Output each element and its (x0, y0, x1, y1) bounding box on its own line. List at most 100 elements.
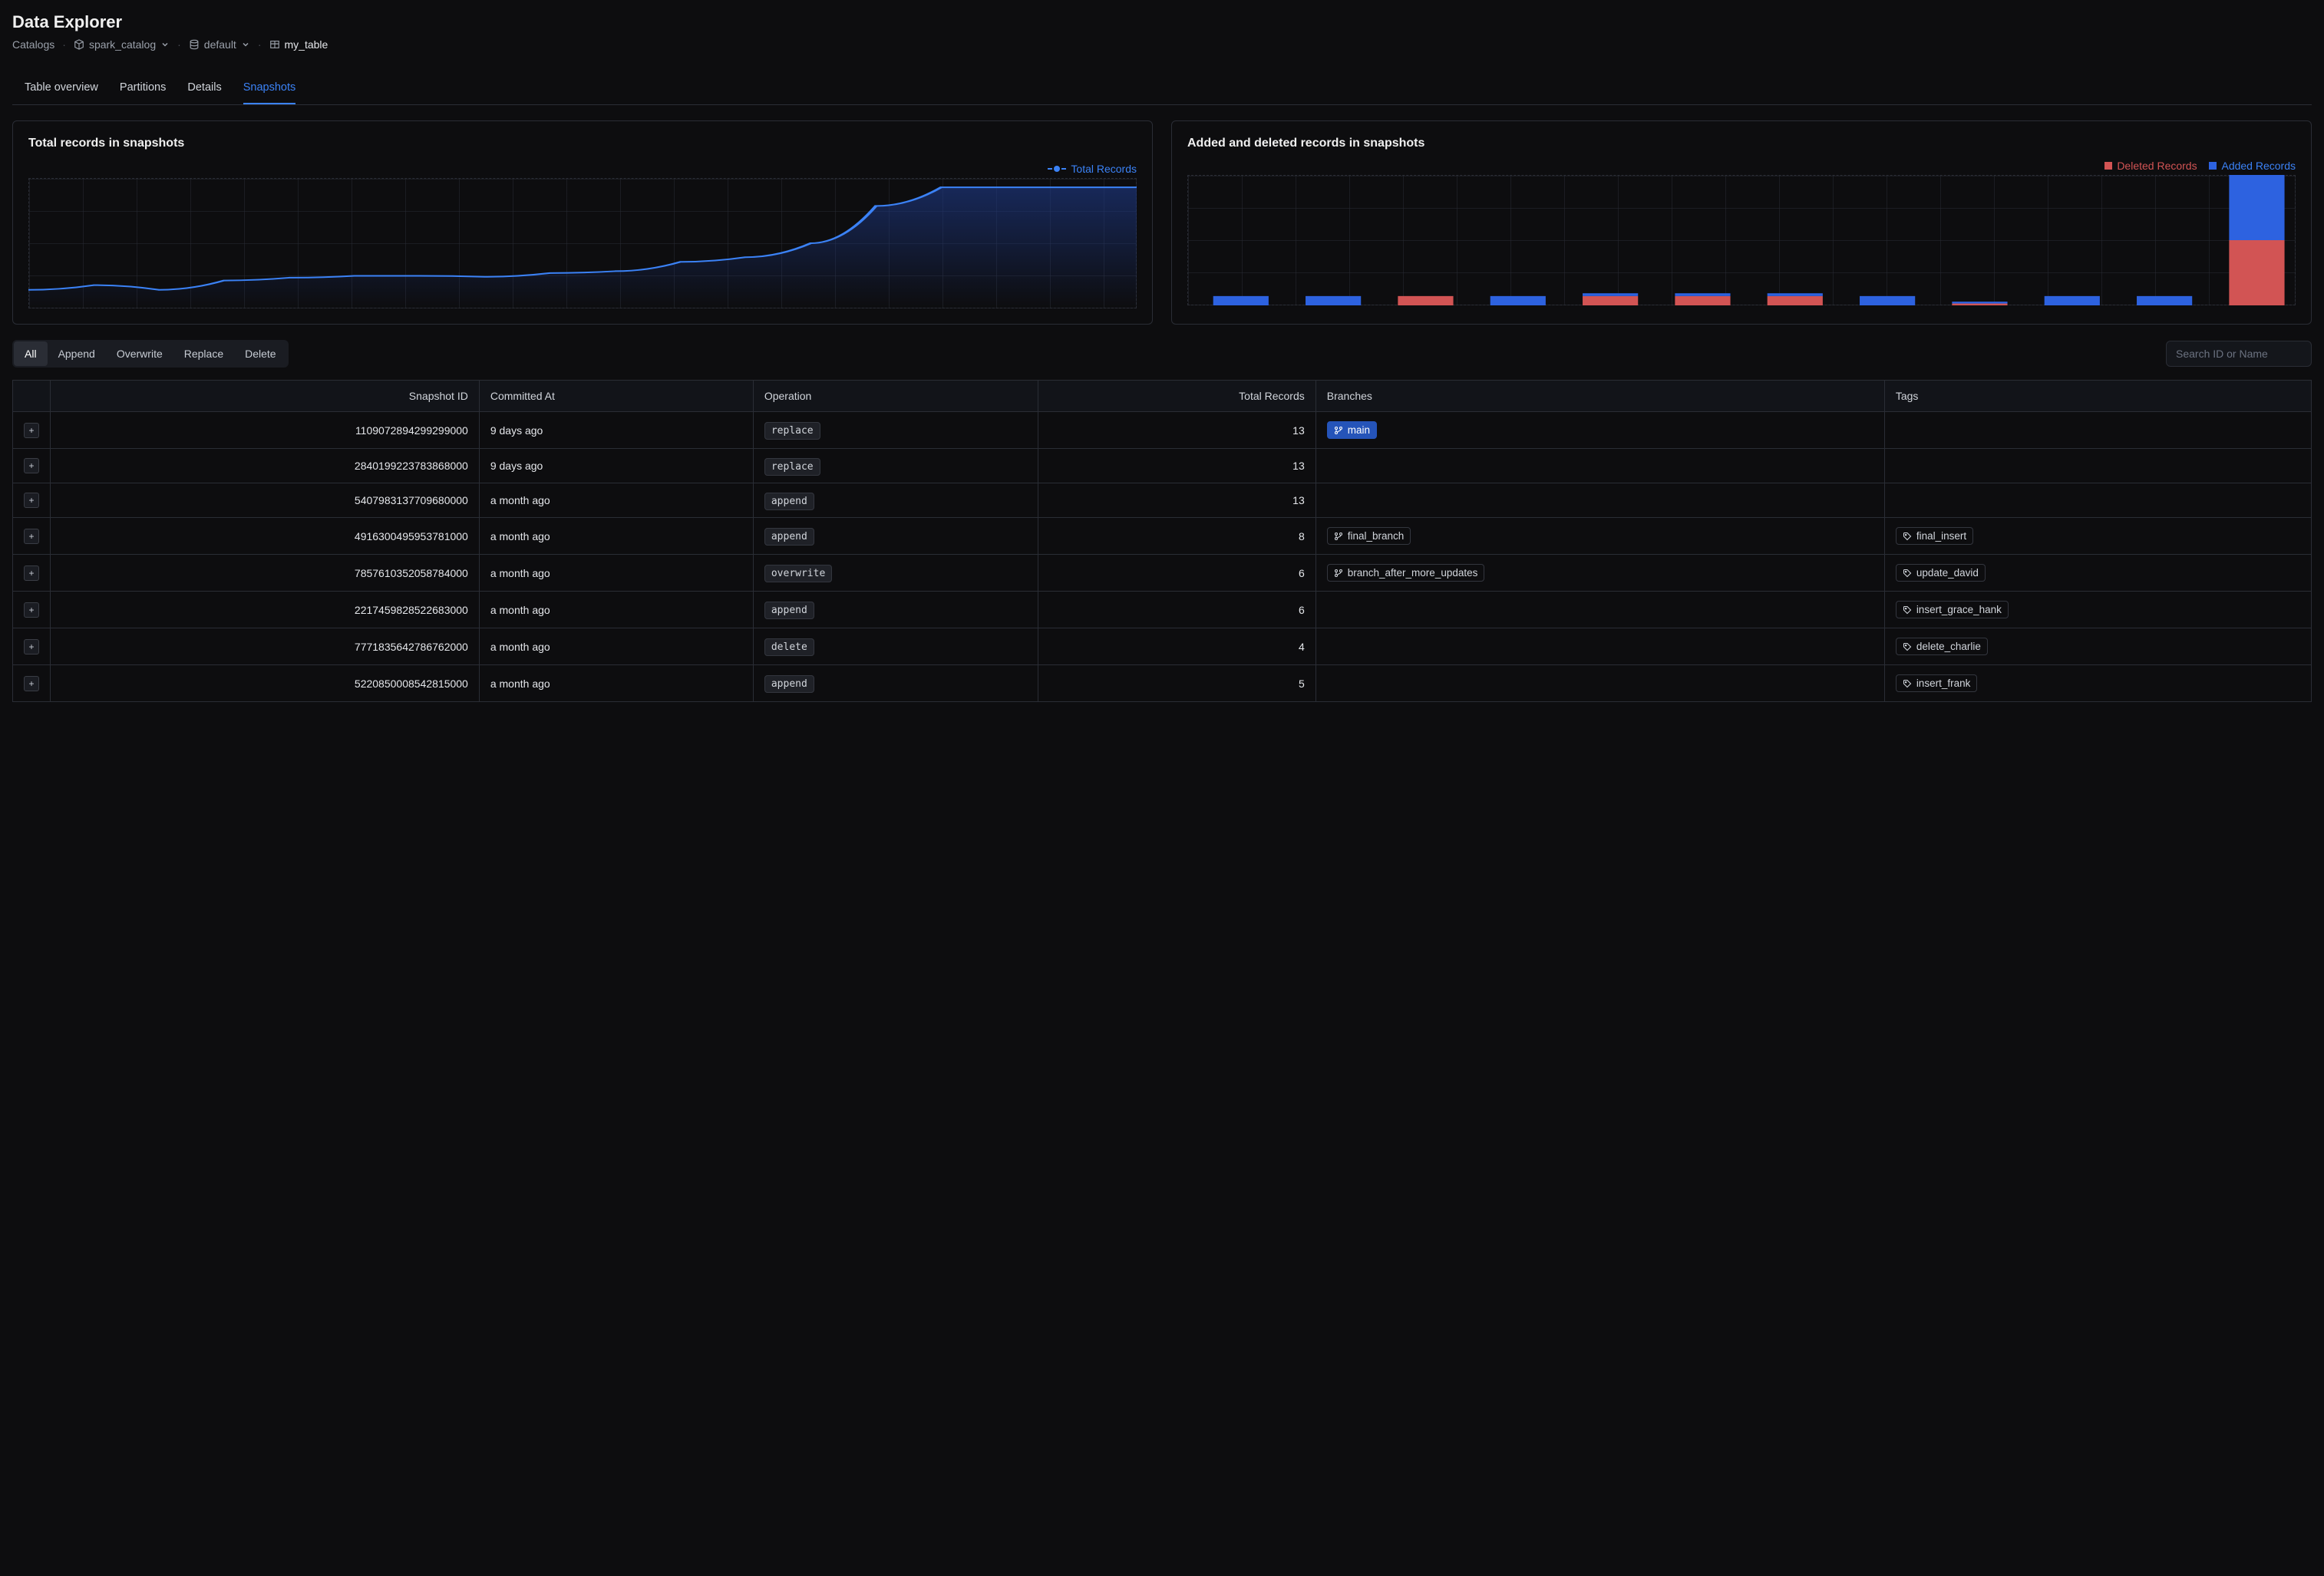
breadcrumb-table[interactable]: my_table (269, 38, 328, 51)
expand-row-button[interactable]: + (24, 602, 39, 618)
total-records-chart-card: Total records in snapshots Total Records (12, 120, 1153, 325)
cell-total-records: 13 (1038, 449, 1316, 483)
branch-badge[interactable]: branch_after_more_updates (1327, 564, 1485, 582)
col-snapshot-id[interactable]: Snapshot ID (51, 381, 480, 412)
tab-table-overview[interactable]: Table overview (25, 72, 98, 104)
legend-label-added: Added Records (2221, 160, 2296, 172)
col-committed-at[interactable]: Committed At (479, 381, 753, 412)
cell-snapshot-id: 5407983137709680000 (51, 483, 480, 518)
cell-snapshot-id: 7857610352058784000 (51, 555, 480, 592)
operation-badge: append (764, 675, 814, 693)
tag-icon (1903, 569, 1912, 578)
tag-badge[interactable]: final_insert (1896, 527, 1973, 545)
cell-tags: delete_charlie (1884, 628, 2311, 665)
breadcrumb-table-label: my_table (285, 38, 328, 51)
breadcrumb-root[interactable]: Catalogs (12, 38, 54, 51)
branch-badge[interactable]: final_branch (1327, 527, 1411, 545)
tab-partitions[interactable]: Partitions (120, 72, 166, 104)
table-row: + 1109072894299299000 9 days ago replace… (13, 412, 2312, 449)
cell-operation: replace (753, 449, 1038, 483)
col-operation[interactable]: Operation (753, 381, 1038, 412)
operation-badge: delete (764, 638, 814, 656)
filter-overwrite[interactable]: Overwrite (106, 341, 173, 366)
total-records-chart[interactable] (28, 178, 1137, 308)
cell-tags: update_david (1884, 555, 2311, 592)
legend-label-deleted: Deleted Records (2117, 160, 2197, 172)
tag-badge[interactable]: update_david (1896, 564, 1986, 582)
cell-branches: branch_after_more_updates (1316, 555, 1884, 592)
cell-total-records: 8 (1038, 518, 1316, 555)
tab-snapshots[interactable]: Snapshots (243, 72, 296, 104)
filter-delete[interactable]: Delete (234, 341, 286, 366)
branch-icon (1334, 532, 1343, 541)
operation-badge: replace (764, 422, 820, 440)
cell-branches (1316, 449, 1884, 483)
tag-badge[interactable]: delete_charlie (1896, 638, 1988, 655)
filter-append[interactable]: Append (48, 341, 106, 366)
cell-committed-at: a month ago (479, 592, 753, 628)
database-icon (189, 39, 200, 50)
cell-snapshot-id: 4916300495953781000 (51, 518, 480, 555)
breadcrumb-catalog[interactable]: spark_catalog (74, 38, 170, 51)
col-branches[interactable]: Branches (1316, 381, 1884, 412)
table-row: + 5407983137709680000 a month ago append… (13, 483, 2312, 518)
table-row: + 7771835642786762000 a month ago delete… (13, 628, 2312, 665)
expand-row-button[interactable]: + (24, 639, 39, 654)
cell-operation: append (753, 483, 1038, 518)
expand-row-button[interactable]: + (24, 676, 39, 691)
legend-swatch-added (2209, 162, 2217, 170)
expand-row-button[interactable]: + (24, 529, 39, 544)
cell-tags: final_insert (1884, 518, 2311, 555)
operation-badge: append (764, 528, 814, 546)
table-icon (269, 39, 280, 50)
branch-badge[interactable]: main (1327, 421, 1377, 439)
tab-details[interactable]: Details (187, 72, 221, 104)
snapshots-table: Snapshot ID Committed At Operation Total… (12, 380, 2312, 702)
cell-total-records: 6 (1038, 555, 1316, 592)
chart-title: Added and deleted records in snapshots (1187, 137, 2296, 150)
search-input[interactable] (2166, 341, 2312, 367)
cell-snapshot-id: 2840199223783868000 (51, 449, 480, 483)
cell-snapshot-id: 2217459828522683000 (51, 592, 480, 628)
cube-icon (74, 39, 84, 50)
tag-badge[interactable]: insert_frank (1896, 674, 1978, 692)
cell-total-records: 13 (1038, 483, 1316, 518)
cell-total-records: 13 (1038, 412, 1316, 449)
filter-replace[interactable]: Replace (173, 341, 234, 366)
chevron-down-icon (241, 40, 250, 49)
col-expand (13, 381, 51, 412)
col-tags[interactable]: Tags (1884, 381, 2311, 412)
tag-icon (1903, 642, 1912, 651)
operation-badge: overwrite (764, 565, 832, 582)
chart-title: Total records in snapshots (28, 137, 1137, 150)
tag-icon (1903, 532, 1912, 541)
cell-snapshot-id: 5220850008542815000 (51, 665, 480, 702)
cell-total-records: 4 (1038, 628, 1316, 665)
breadcrumb-catalog-label: spark_catalog (89, 38, 156, 51)
expand-row-button[interactable]: + (24, 458, 39, 473)
expand-row-button[interactable]: + (24, 565, 39, 581)
tab-bar: Table overview Partitions Details Snapsh… (12, 72, 2312, 105)
expand-row-button[interactable]: + (24, 423, 39, 438)
cell-committed-at: a month ago (479, 555, 753, 592)
cell-tags: insert_frank (1884, 665, 2311, 702)
cell-branches (1316, 665, 1884, 702)
cell-tags (1884, 449, 2311, 483)
col-total-records[interactable]: Total Records (1038, 381, 1316, 412)
cell-snapshot-id: 1109072894299299000 (51, 412, 480, 449)
cell-tags (1884, 412, 2311, 449)
cell-tags (1884, 483, 2311, 518)
cell-operation: delete (753, 628, 1038, 665)
added-deleted-chart[interactable] (1187, 175, 2296, 305)
page-title: Data Explorer (12, 12, 2312, 32)
operation-filter-tabs: All Append Overwrite Replace Delete (12, 340, 289, 368)
cell-branches (1316, 483, 1884, 518)
tag-badge[interactable]: insert_grace_hank (1896, 601, 2009, 618)
cell-branches (1316, 628, 1884, 665)
breadcrumb-schema[interactable]: default (189, 38, 250, 51)
breadcrumb: Catalogs · spark_catalog · default · my_… (12, 38, 2312, 51)
legend-label: Total Records (1071, 163, 1137, 175)
expand-row-button[interactable]: + (24, 493, 39, 508)
cell-branches (1316, 592, 1884, 628)
filter-all[interactable]: All (14, 341, 48, 366)
